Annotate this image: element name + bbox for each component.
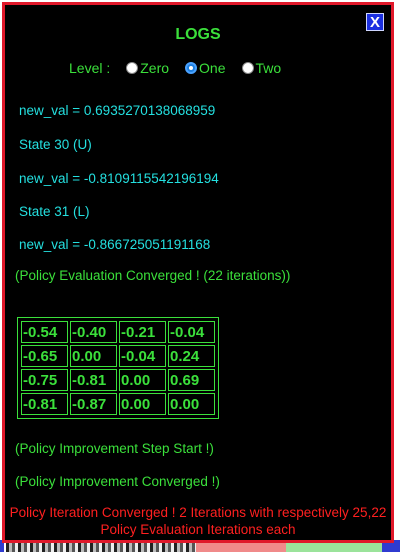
final-message: Policy Iteration Converged ! 2 Iteration… — [9, 505, 387, 537]
value-cell: -0.75 — [21, 369, 68, 391]
value-cell: 0.00 — [168, 393, 215, 415]
radio-two[interactable] — [241, 62, 254, 74]
improvement-start-message: (Policy Improvement Step Start !) — [15, 441, 214, 456]
value-cell: -0.04 — [119, 345, 166, 367]
level-label: Level : — [69, 60, 111, 76]
value-grid-row: -0.54 -0.40 -0.21 -0.04 — [21, 321, 215, 343]
value-grid-row: -0.65 0.00 -0.04 0.24 — [21, 345, 215, 367]
log-line: State 31 (L) — [19, 204, 90, 219]
value-cell: -0.04 — [168, 321, 215, 343]
value-cell: 0.24 — [168, 345, 215, 367]
value-cell: 0.00 — [119, 369, 166, 391]
value-cell: -0.65 — [21, 345, 68, 367]
level-option-two[interactable]: Two — [241, 60, 282, 76]
level-option-two-label: Two — [255, 60, 282, 76]
improvement-converged-message: (Policy Improvement Converged !) — [15, 474, 220, 489]
logs-modal: LOGS X Level : Zero One Two new_val = 0.… — [2, 2, 394, 543]
value-cell: 0.69 — [168, 369, 215, 391]
value-cell: 0.00 — [70, 345, 117, 367]
value-cell: -0.81 — [21, 393, 68, 415]
log-output[interactable]: new_val = 0.6935270138068959 State 30 (U… — [8, 100, 388, 540]
value-cell: -0.81 — [70, 369, 117, 391]
log-line: new_val = -0.8109115542196194 — [19, 171, 219, 186]
eval-converged-message: (Policy Evaluation Converged ! (22 itera… — [15, 268, 291, 283]
level-option-one[interactable]: One — [185, 60, 226, 76]
value-cell: -0.87 — [70, 393, 117, 415]
value-cell: -0.21 — [119, 321, 166, 343]
level-selector: Level : Zero One Two — [69, 58, 297, 78]
radio-zero[interactable] — [126, 62, 139, 74]
value-cell: -0.40 — [70, 321, 117, 343]
value-cell: 0.00 — [119, 393, 166, 415]
level-option-zero-label: Zero — [140, 60, 170, 76]
value-grid-row: -0.81 -0.87 0.00 0.00 — [21, 393, 215, 415]
value-cell: -0.54 — [21, 321, 68, 343]
level-option-one-label: One — [199, 60, 226, 76]
value-grid-row: -0.75 -0.81 0.00 0.69 — [21, 369, 215, 391]
log-line: new_val = 0.6935270138068959 — [19, 103, 216, 118]
radio-one[interactable] — [185, 62, 198, 74]
modal-title: LOGS — [175, 26, 221, 43]
log-line: new_val = -0.866725051191168 — [19, 237, 211, 252]
value-grid: -0.54 -0.40 -0.21 -0.04 -0.65 0.00 -0.04… — [17, 317, 219, 419]
level-option-zero[interactable]: Zero — [126, 60, 169, 76]
log-line: State 30 (U) — [19, 137, 92, 152]
close-button[interactable]: X — [366, 13, 384, 31]
